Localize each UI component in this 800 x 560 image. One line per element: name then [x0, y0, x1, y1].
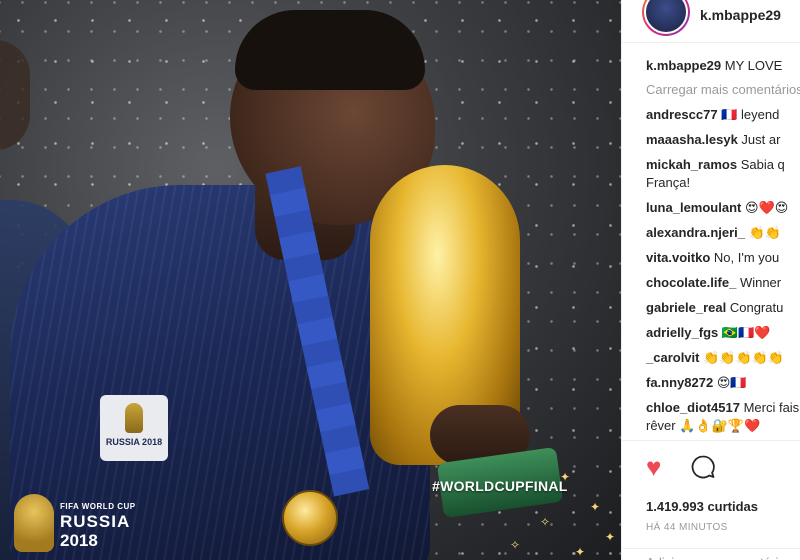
avatar[interactable]	[642, 0, 690, 36]
comment-item: _carolvit 👏👏👏👏👏	[646, 349, 800, 367]
sparkle-icon: ✦	[575, 545, 586, 559]
comment-username[interactable]: andrescc77	[646, 107, 718, 122]
comment-text: Winner	[739, 275, 782, 290]
post-header: k.mbappe29	[622, 0, 800, 43]
comment-username[interactable]: adrielly_fgs	[646, 325, 718, 340]
comment-username[interactable]: maaasha.lesyk	[646, 132, 738, 147]
comment-username[interactable]: luna_lemoulant	[646, 200, 741, 215]
comment-text: 😍🇫🇷	[716, 375, 747, 390]
hashtag-overlay: #WORLDCUPFINAL	[432, 478, 568, 494]
post-sidebar: k.mbappe29 k.mbappe29 MY LOVE Carregar m…	[621, 0, 800, 560]
comment-username[interactable]: alexandra.njeri_	[646, 225, 745, 240]
avatar-image	[644, 0, 688, 34]
caption-text: MY LOVE	[724, 58, 783, 73]
comment-item: luna_lemoulant 😍❤️😍	[646, 199, 800, 217]
comment-text: 😍❤️😍	[744, 200, 789, 215]
like-count[interactable]: 1.419.993 curtidas	[646, 499, 800, 514]
logo-line-1: FIFA WORLD CUP	[60, 502, 136, 511]
comment-username[interactable]: fa.nny8272	[646, 375, 713, 390]
load-more-comments-link[interactable]: Carregar mais comentários	[646, 82, 800, 97]
logo-line-2: RUSSIA	[60, 512, 131, 531]
header-username[interactable]: k.mbappe29	[700, 7, 781, 23]
comment-item: gabriele_real Congratu	[646, 299, 800, 317]
player-hair	[235, 10, 425, 90]
sparkle-icon: ✧	[540, 515, 551, 529]
comment-item: alexandra.njeri_ 👏👏	[646, 224, 800, 242]
comment-item: andrescc77 🇫🇷 leyend	[646, 106, 800, 124]
comment-item: maaasha.lesyk Just ar	[646, 131, 800, 149]
caption-username[interactable]: k.mbappe29	[646, 58, 721, 73]
comment-text: 🇧🇷🇫🇷❤️	[721, 325, 771, 340]
comment-text: 👏👏	[748, 225, 781, 240]
caption: k.mbappe29 MY LOVE	[646, 57, 800, 75]
comment-item: fa.nny8272 😍🇫🇷	[646, 374, 800, 392]
world-cup-logo-text: FIFA WORLD CUP RUSSIA 2018	[60, 502, 136, 551]
logo-line-3: 2018	[60, 531, 98, 550]
comment-list: k.mbappe29 MY LOVE Carregar mais comentá…	[622, 43, 800, 435]
add-comment-input[interactable]: Adicione um comentário...	[622, 548, 800, 560]
comment-text: 👏👏👏👏👏	[703, 350, 785, 365]
comment-username[interactable]: _carolvit	[646, 350, 699, 365]
comment-item: mickah_ramos Sabia q França!	[646, 156, 800, 192]
sparkle-icon: ✦	[590, 500, 601, 514]
post-timestamp: HÁ 44 MINUTOS	[646, 522, 728, 533]
comment-text: Congratu	[729, 300, 784, 315]
comment-username[interactable]: chocolate.life_	[646, 275, 736, 290]
comment-username[interactable]: vita.voitko	[646, 250, 710, 265]
post-photo[interactable]: RUSSIA 2018 ✦ ✦ ✧ ✦ ✧ ✦ #WORLDCUPFINAL F…	[0, 0, 621, 560]
heart-icon[interactable]: ♥	[646, 454, 674, 480]
sparkle-icon: ✦	[605, 530, 616, 544]
sleeve-patch-label: RUSSIA 2018	[105, 437, 163, 447]
comment-item: adrielly_fgs 🇧🇷🇫🇷❤️	[646, 324, 800, 342]
comment-username[interactable]: gabriele_real	[646, 300, 726, 315]
action-icons: ♥	[646, 453, 800, 481]
comment-item: chloe_diot4517 Merci fais rêver 🙏👌🔐🏆❤️	[646, 399, 800, 435]
comment-text: 🇫🇷 leyend	[721, 107, 780, 122]
post-actions: ♥ 1.419.993 curtidas HÁ 44 MINUTOS	[622, 440, 800, 533]
comment-username[interactable]: mickah_ramos	[646, 157, 737, 172]
gold-medal	[282, 490, 338, 546]
sparkle-icon: ✧	[510, 538, 521, 552]
fifa-trophy-logo-icon	[14, 494, 54, 552]
comment-text: Just ar	[741, 132, 781, 147]
comment-username[interactable]: chloe_diot4517	[646, 400, 740, 415]
sleeve-patch: RUSSIA 2018	[100, 395, 168, 461]
comment-text: No, I'm you	[713, 250, 780, 265]
world-cup-emblem-icon	[125, 403, 143, 433]
comment-bubble-icon[interactable]	[690, 454, 716, 480]
comment-item: vita.voitko No, I'm you	[646, 249, 800, 267]
comment-item: chocolate.life_ Winner	[646, 274, 800, 292]
